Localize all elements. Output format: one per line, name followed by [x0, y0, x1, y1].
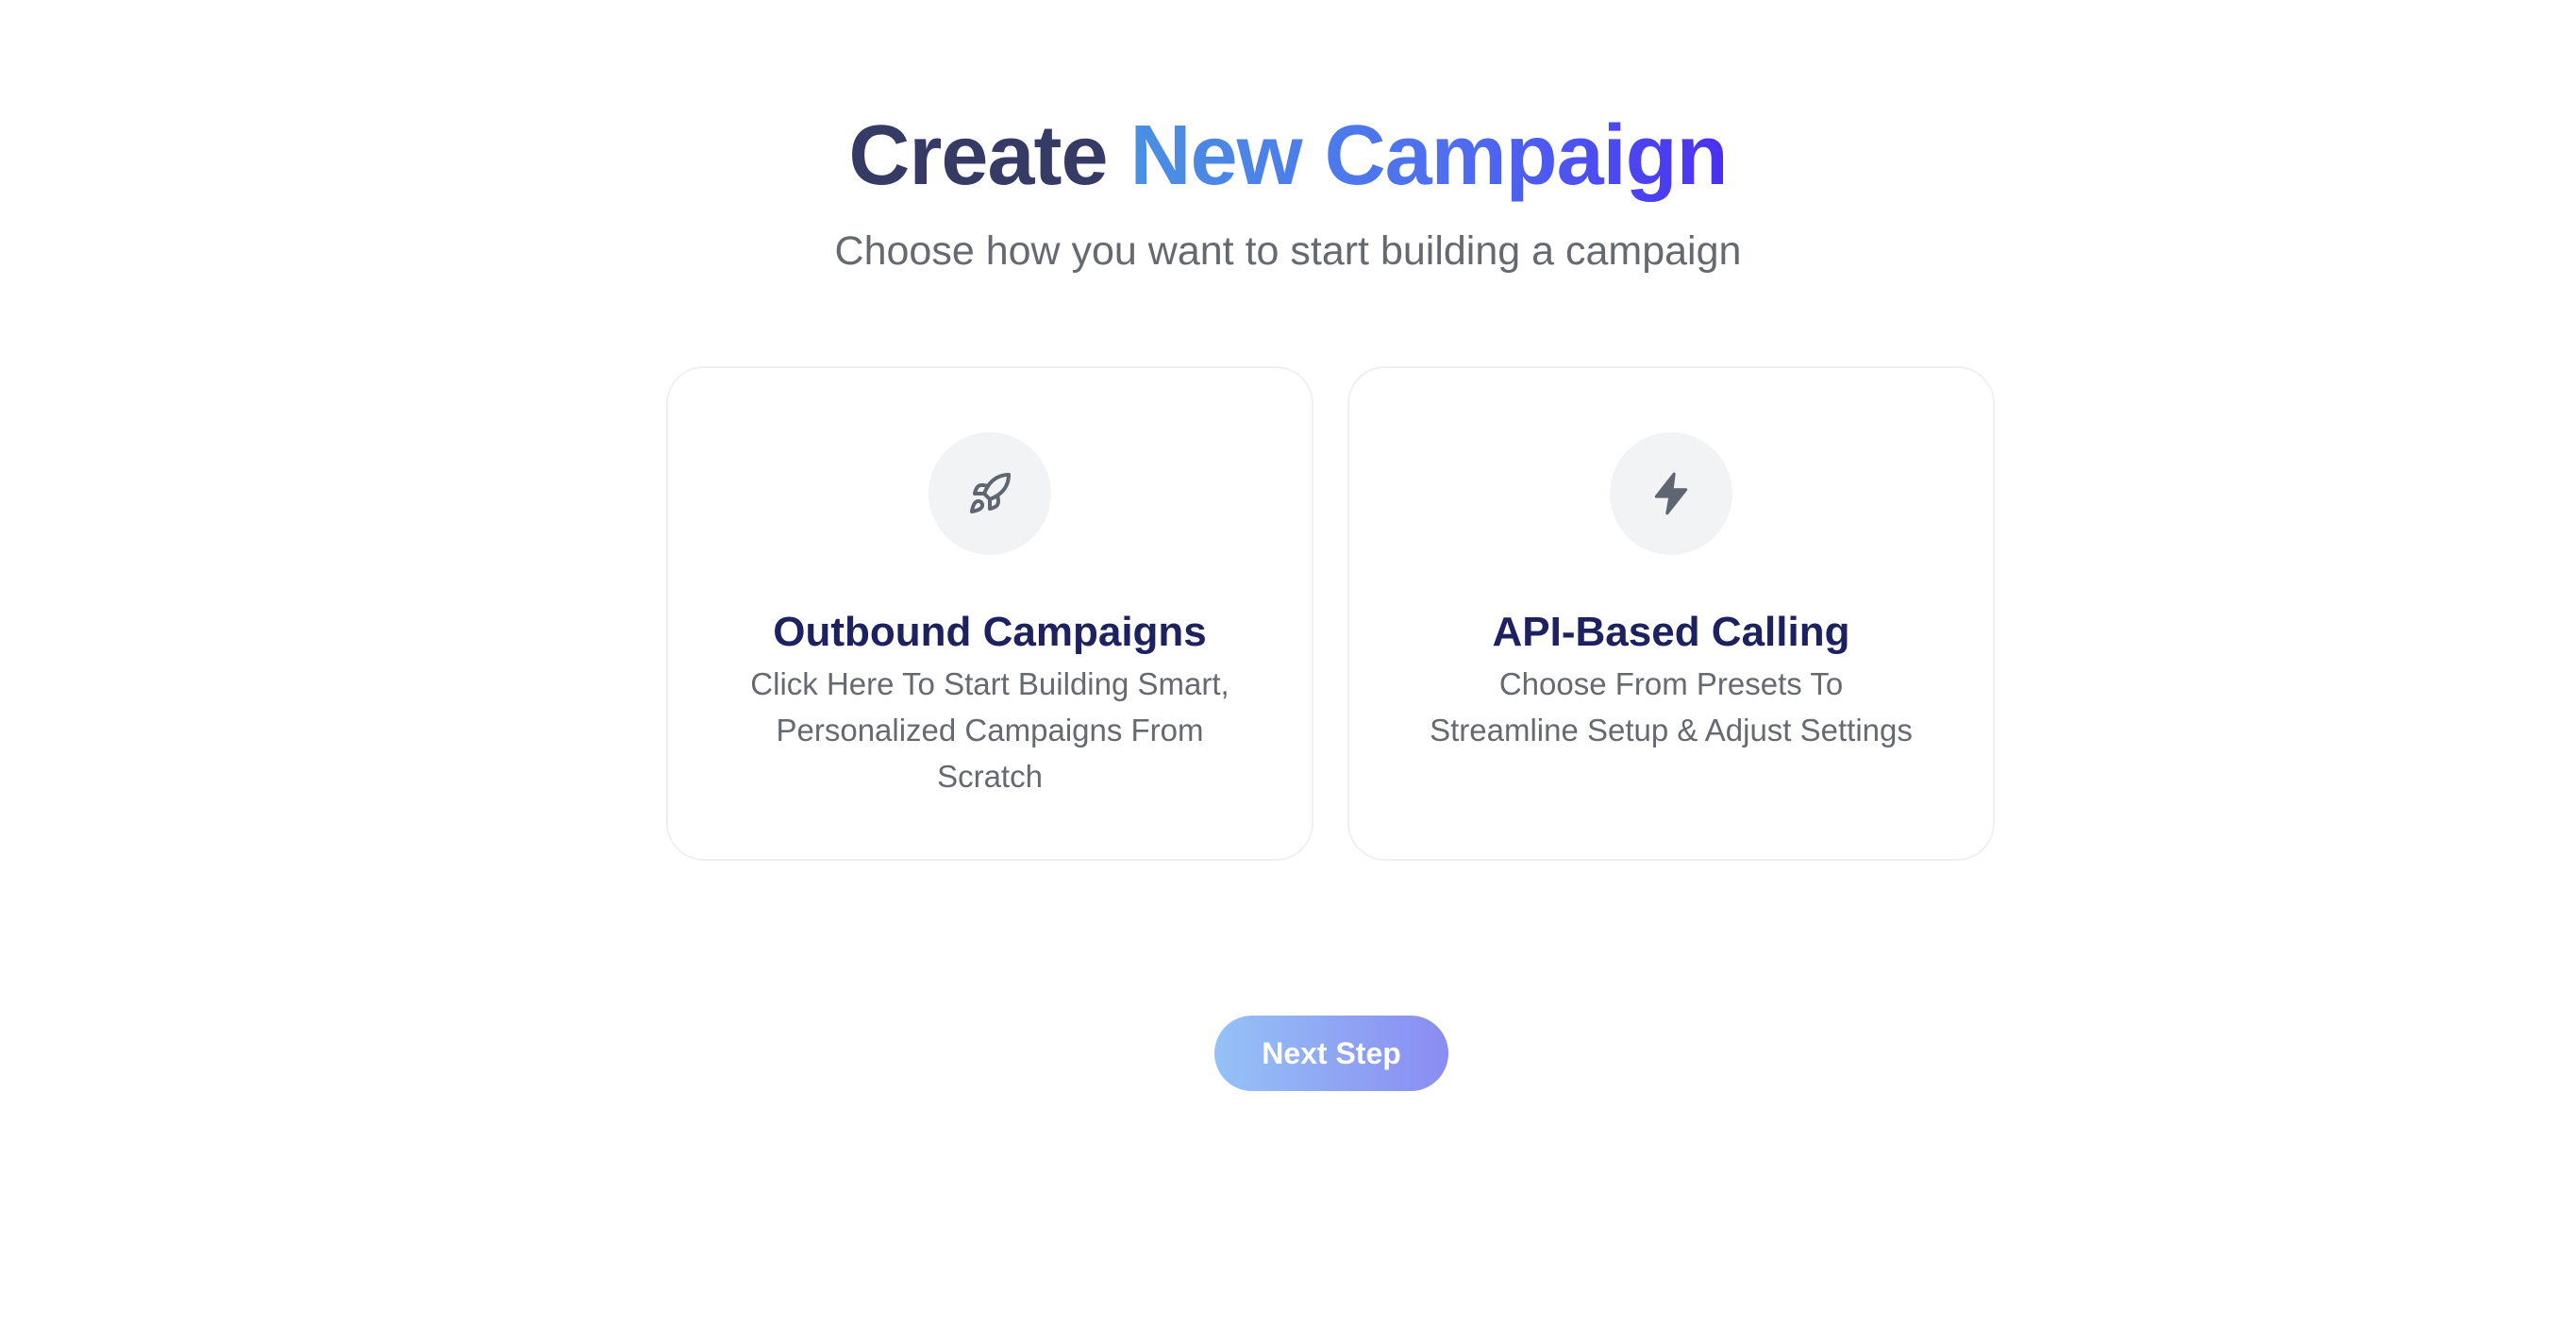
page-header: Create New Campaign Choose how you want … — [0, 104, 2576, 277]
page-title-highlight: New Campaign — [1129, 109, 1729, 203]
next-step-button[interactable]: Next Step — [1214, 1016, 1448, 1091]
create-campaign-page: Create New Campaign Choose how you want … — [0, 0, 2576, 1327]
option-description: Click Here To Start Building Smart, Pers… — [750, 666, 1229, 794]
page-title-prefix: Create — [848, 109, 1108, 203]
option-icon-container — [928, 432, 1051, 555]
page-subtitle: Choose how you want to start building a … — [834, 228, 1742, 274]
page-title: Create New Campaign — [0, 104, 2576, 208]
option-card-api-based-calling[interactable]: API-Based Calling Choose From Presets To… — [1347, 366, 1995, 861]
option-description: Choose From Presets To Streamline Setup … — [1430, 666, 1913, 747]
lightning-icon — [1654, 472, 1688, 515]
option-icon-container — [1610, 432, 1732, 555]
option-title: Outbound Campaigns — [773, 609, 1207, 655]
campaign-type-options: Outbound Campaigns Click Here To Start B… — [666, 366, 1995, 861]
rocket-icon — [970, 472, 1011, 513]
option-card-outbound-campaigns[interactable]: Outbound Campaigns Click Here To Start B… — [666, 366, 1313, 861]
option-title: API-Based Calling — [1492, 609, 1850, 655]
